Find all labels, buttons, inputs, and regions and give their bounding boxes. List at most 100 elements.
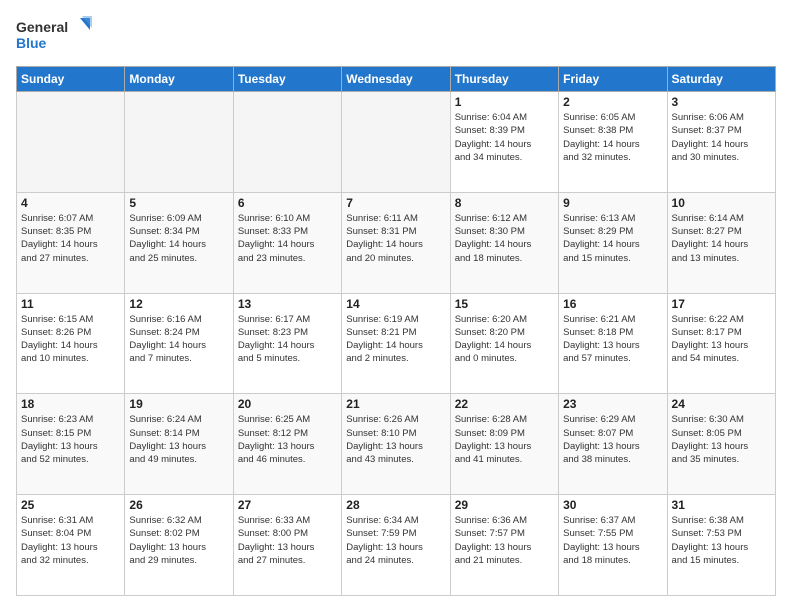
- calendar-cell: 5Sunrise: 6:09 AMSunset: 8:34 PMDaylight…: [125, 192, 233, 293]
- day-number: 27: [238, 498, 337, 512]
- calendar-cell: 6 Sunrise: 6:10 AMSunset: 8:33 PMDaylight…: [233, 192, 341, 293]
- day-info: Sunrise: 6:20 AMSunset: 8:20 PMDaylight:…: [455, 313, 554, 366]
- day-number: 31: [672, 498, 771, 512]
- week-row-2: 4Sunrise: 6:07 AMSunset: 8:35 PMDaylight…: [17, 192, 776, 293]
- day-info: Sunrise: 6:30 AMSunset: 8:05 PMDaylight:…: [672, 413, 771, 466]
- day-number: 19: [129, 397, 228, 411]
- day-number: 16: [563, 297, 662, 311]
- day-info: Sunrise: 6:13 AMSunset: 8:29 PMDaylight:…: [563, 212, 662, 265]
- calendar-cell: 19 Sunrise: 6:24 AMSunset: 8:14 PMDayligh…: [125, 394, 233, 495]
- calendar-header-row: SundayMondayTuesdayWednesdayThursdayFrid…: [17, 67, 776, 92]
- calendar-cell: 20Sunrise: 6:25 AMSunset: 8:12 PMDayligh…: [233, 394, 341, 495]
- calendar-cell: [125, 92, 233, 193]
- day-info: Sunrise: 6:14 AMSunset: 8:27 PMDaylight:…: [672, 212, 771, 265]
- week-row-1: 1Sunrise: 6:04 AMSunset: 8:39 PMDaylight…: [17, 92, 776, 193]
- day-info: Sunrise: 6:16 AMSunset: 8:24 PMDaylight:…: [129, 313, 228, 366]
- day-number: 7: [346, 196, 445, 210]
- day-number: 2: [563, 95, 662, 109]
- calendar-cell: 3Sunrise: 6:06 AMSunset: 8:37 PMDaylight…: [667, 92, 775, 193]
- calendar-cell: 18 Sunrise: 6:23 AMSunset: 8:15 PMDayligh…: [17, 394, 125, 495]
- generalblue-logo: General Blue: [16, 16, 96, 56]
- day-header-monday: Monday: [125, 67, 233, 92]
- calendar-cell: [17, 92, 125, 193]
- day-number: 20: [238, 397, 337, 411]
- calendar-cell: 22Sunrise: 6:28 AMSunset: 8:09 PMDayligh…: [450, 394, 558, 495]
- day-info: Sunrise: 6:26 AMSunset: 8:10 PMDaylight:…: [346, 413, 445, 466]
- day-header-sunday: Sunday: [17, 67, 125, 92]
- calendar-cell: 15 Sunrise: 6:20 AMSunset: 8:20 PMDayligh…: [450, 293, 558, 394]
- day-info: Sunrise: 6:10 AMSunset: 8:33 PMDaylight:…: [238, 212, 337, 265]
- day-number: 14: [346, 297, 445, 311]
- calendar-cell: 23Sunrise: 6:29 AMSunset: 8:07 PMDayligh…: [559, 394, 667, 495]
- day-number: 9: [563, 196, 662, 210]
- day-number: 21: [346, 397, 445, 411]
- day-number: 17: [672, 297, 771, 311]
- calendar-cell: 13 Sunrise: 6:17 AMSunset: 8:23 PMDayligh…: [233, 293, 341, 394]
- day-number: 13: [238, 297, 337, 311]
- calendar-cell: 27 Sunrise: 6:33 AMSunset: 8:00 PMDayligh…: [233, 495, 341, 596]
- calendar-cell: 24 Sunrise: 6:30 AMSunset: 8:05 PMDayligh…: [667, 394, 775, 495]
- day-info: Sunrise: 6:29 AMSunset: 8:07 PMDaylight:…: [563, 413, 662, 466]
- calendar-table: SundayMondayTuesdayWednesdayThursdayFrid…: [16, 66, 776, 596]
- week-row-5: 25Sunrise: 6:31 AMSunset: 8:04 PMDayligh…: [17, 495, 776, 596]
- day-number: 26: [129, 498, 228, 512]
- calendar-cell: 10 Sunrise: 6:14 AMSunset: 8:27 PMDayligh…: [667, 192, 775, 293]
- calendar-cell: 21 Sunrise: 6:26 AMSunset: 8:10 PMDayligh…: [342, 394, 450, 495]
- day-info: Sunrise: 6:32 AMSunset: 8:02 PMDaylight:…: [129, 514, 228, 567]
- day-number: 10: [672, 196, 771, 210]
- logo: General Blue: [16, 16, 96, 56]
- day-header-wednesday: Wednesday: [342, 67, 450, 92]
- day-info: Sunrise: 6:36 AMSunset: 7:57 PMDaylight:…: [455, 514, 554, 567]
- day-info: Sunrise: 6:37 AMSunset: 7:55 PMDaylight:…: [563, 514, 662, 567]
- day-header-thursday: Thursday: [450, 67, 558, 92]
- header: General Blue: [16, 16, 776, 56]
- day-info: Sunrise: 6:24 AMSunset: 8:14 PMDaylight:…: [129, 413, 228, 466]
- day-info: Sunrise: 6:33 AMSunset: 8:00 PMDaylight:…: [238, 514, 337, 567]
- day-header-tuesday: Tuesday: [233, 67, 341, 92]
- calendar-cell: 28 Sunrise: 6:34 AMSunset: 7:59 PMDayligh…: [342, 495, 450, 596]
- day-number: 5: [129, 196, 228, 210]
- calendar-cell: 14 Sunrise: 6:19 AMSunset: 8:21 PMDayligh…: [342, 293, 450, 394]
- day-info: Sunrise: 6:05 AMSunset: 8:38 PMDaylight:…: [563, 111, 662, 164]
- calendar-cell: 26 Sunrise: 6:32 AMSunset: 8:02 PMDayligh…: [125, 495, 233, 596]
- day-number: 1: [455, 95, 554, 109]
- day-info: Sunrise: 6:19 AMSunset: 8:21 PMDaylight:…: [346, 313, 445, 366]
- day-header-friday: Friday: [559, 67, 667, 92]
- day-info: Sunrise: 6:23 AMSunset: 8:15 PMDaylight:…: [21, 413, 120, 466]
- svg-text:Blue: Blue: [16, 35, 47, 51]
- calendar-cell: 31Sunrise: 6:38 AMSunset: 7:53 PMDayligh…: [667, 495, 775, 596]
- calendar-cell: 30Sunrise: 6:37 AMSunset: 7:55 PMDayligh…: [559, 495, 667, 596]
- day-info: Sunrise: 6:11 AMSunset: 8:31 PMDaylight:…: [346, 212, 445, 265]
- calendar-cell: 11 Sunrise: 6:15 AMSunset: 8:26 PMDayligh…: [17, 293, 125, 394]
- day-info: Sunrise: 6:17 AMSunset: 8:23 PMDaylight:…: [238, 313, 337, 366]
- day-header-saturday: Saturday: [667, 67, 775, 92]
- day-number: 25: [21, 498, 120, 512]
- calendar-cell: 2 Sunrise: 6:05 AMSunset: 8:38 PMDaylight…: [559, 92, 667, 193]
- day-number: 28: [346, 498, 445, 512]
- calendar-cell: [342, 92, 450, 193]
- day-number: 4: [21, 196, 120, 210]
- calendar-cell: 9 Sunrise: 6:13 AMSunset: 8:29 PMDaylight…: [559, 192, 667, 293]
- calendar-cell: 25Sunrise: 6:31 AMSunset: 8:04 PMDayligh…: [17, 495, 125, 596]
- day-info: Sunrise: 6:28 AMSunset: 8:09 PMDaylight:…: [455, 413, 554, 466]
- day-number: 24: [672, 397, 771, 411]
- calendar-cell: 1Sunrise: 6:04 AMSunset: 8:39 PMDaylight…: [450, 92, 558, 193]
- day-info: Sunrise: 6:22 AMSunset: 8:17 PMDaylight:…: [672, 313, 771, 366]
- day-info: Sunrise: 6:12 AMSunset: 8:30 PMDaylight:…: [455, 212, 554, 265]
- day-number: 12: [129, 297, 228, 311]
- page: General Blue SundayMondayTuesdayWednesda…: [0, 0, 792, 612]
- day-number: 8: [455, 196, 554, 210]
- calendar-cell: 12 Sunrise: 6:16 AMSunset: 8:24 PMDayligh…: [125, 293, 233, 394]
- day-number: 6: [238, 196, 337, 210]
- day-number: 11: [21, 297, 120, 311]
- week-row-4: 18 Sunrise: 6:23 AMSunset: 8:15 PMDayligh…: [17, 394, 776, 495]
- day-info: Sunrise: 6:34 AMSunset: 7:59 PMDaylight:…: [346, 514, 445, 567]
- calendar-cell: 4Sunrise: 6:07 AMSunset: 8:35 PMDaylight…: [17, 192, 125, 293]
- calendar-cell: 29Sunrise: 6:36 AMSunset: 7:57 PMDayligh…: [450, 495, 558, 596]
- calendar-cell: [233, 92, 341, 193]
- calendar-cell: 8 Sunrise: 6:12 AMSunset: 8:30 PMDaylight…: [450, 192, 558, 293]
- day-number: 15: [455, 297, 554, 311]
- day-info: Sunrise: 6:06 AMSunset: 8:37 PMDaylight:…: [672, 111, 771, 164]
- day-info: Sunrise: 6:15 AMSunset: 8:26 PMDaylight:…: [21, 313, 120, 366]
- day-number: 18: [21, 397, 120, 411]
